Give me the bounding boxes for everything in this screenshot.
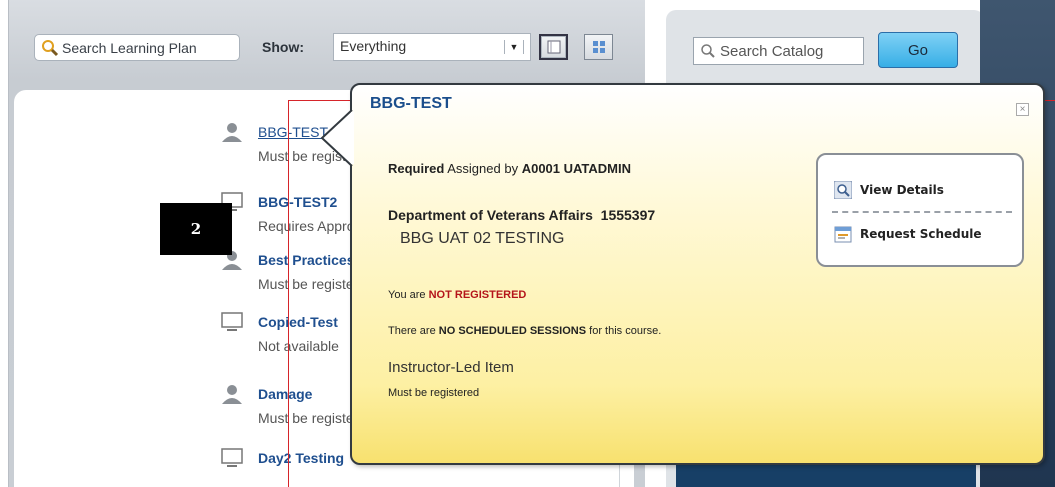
show-filter-value: Everything bbox=[340, 38, 407, 54]
required-label: Required bbox=[388, 161, 445, 176]
request-schedule-label: Request Schedule bbox=[860, 227, 982, 241]
list-item-title[interactable]: Day2 Testing bbox=[258, 450, 344, 466]
assigned-by-value: A0001 UATADMIN bbox=[521, 161, 632, 176]
list-item-title[interactable]: Copied-Test bbox=[258, 314, 338, 330]
popup-title: BBG-TEST bbox=[370, 95, 452, 112]
assignment-line: Required Assigned by A0001 UATADMIN bbox=[388, 161, 631, 176]
sessions-prefix: There are bbox=[388, 325, 436, 337]
department-name: Department of Veterans Affairs bbox=[388, 207, 593, 223]
show-label: Show: bbox=[262, 39, 304, 55]
step-number-badge: 2 bbox=[160, 203, 232, 255]
monitor-icon bbox=[221, 312, 243, 331]
close-icon[interactable]: × bbox=[1016, 103, 1029, 116]
list-item-title[interactable]: Damage bbox=[258, 386, 312, 402]
department-line: Department of Veterans Affairs 1555397 bbox=[388, 207, 655, 223]
search-icon bbox=[701, 44, 715, 58]
actions-divider bbox=[832, 211, 1012, 213]
search-catalog-input[interactable]: Search Catalog bbox=[693, 37, 864, 65]
person-icon bbox=[222, 385, 242, 404]
grid-view-button[interactable] bbox=[584, 34, 613, 60]
screen: Search Learning Plan Show: Everything ▼ … bbox=[0, 0, 1055, 487]
grid-view-icon bbox=[592, 41, 605, 53]
search-icon bbox=[42, 39, 59, 56]
list-item-status: Not available bbox=[258, 338, 339, 354]
item-type: Instructor-Led Item bbox=[388, 359, 514, 376]
assigned-by-label: Assigned by bbox=[447, 161, 519, 176]
go-button[interactable]: Go bbox=[878, 32, 958, 68]
search-learning-plan-input[interactable]: Search Learning Plan bbox=[34, 34, 240, 61]
popup-actions: View Details Request Schedule bbox=[816, 153, 1024, 267]
registration-line: You are NOT REGISTERED bbox=[388, 289, 526, 301]
department-code: 1555397 bbox=[600, 207, 656, 223]
view-details-label: View Details bbox=[860, 183, 944, 197]
item-requirement: Must be registered bbox=[388, 387, 480, 399]
show-filter-select[interactable]: Everything ▼ bbox=[333, 33, 531, 61]
popup-pointer bbox=[320, 109, 354, 167]
list-item-title[interactable]: BBG-TEST2 bbox=[258, 194, 337, 210]
list-view-icon bbox=[547, 40, 560, 54]
list-view-button[interactable] bbox=[539, 34, 568, 60]
registration-status: NOT REGISTERED bbox=[428, 289, 527, 301]
view-details-button[interactable]: View Details bbox=[834, 181, 944, 199]
catalog-banner bbox=[676, 462, 976, 487]
magnifier-icon bbox=[834, 181, 852, 199]
registration-prefix: You are bbox=[388, 289, 426, 301]
course-name: BBG UAT 02 TESTING bbox=[400, 230, 565, 247]
sessions-status: NO SCHEDULED SESSIONS bbox=[438, 325, 587, 337]
monitor-icon bbox=[221, 448, 243, 467]
request-schedule-button[interactable]: Request Schedule bbox=[834, 225, 982, 243]
course-details-popup: BBG-TEST × Required Assigned by A0001 UA… bbox=[350, 83, 1045, 465]
list-item-title[interactable]: Best Practices bbox=[258, 252, 355, 268]
search-catalog-placeholder: Search Catalog bbox=[720, 42, 824, 60]
chevron-down-icon: ▼ bbox=[504, 40, 524, 54]
person-icon bbox=[222, 123, 242, 142]
sessions-suffix: for this course. bbox=[589, 325, 662, 337]
sessions-line: There are NO SCHEDULED SESSIONS for this… bbox=[388, 325, 661, 337]
search-learning-plan-placeholder: Search Learning Plan bbox=[62, 39, 197, 56]
annotation-line-vertical bbox=[288, 100, 289, 487]
calendar-icon bbox=[834, 226, 852, 243]
